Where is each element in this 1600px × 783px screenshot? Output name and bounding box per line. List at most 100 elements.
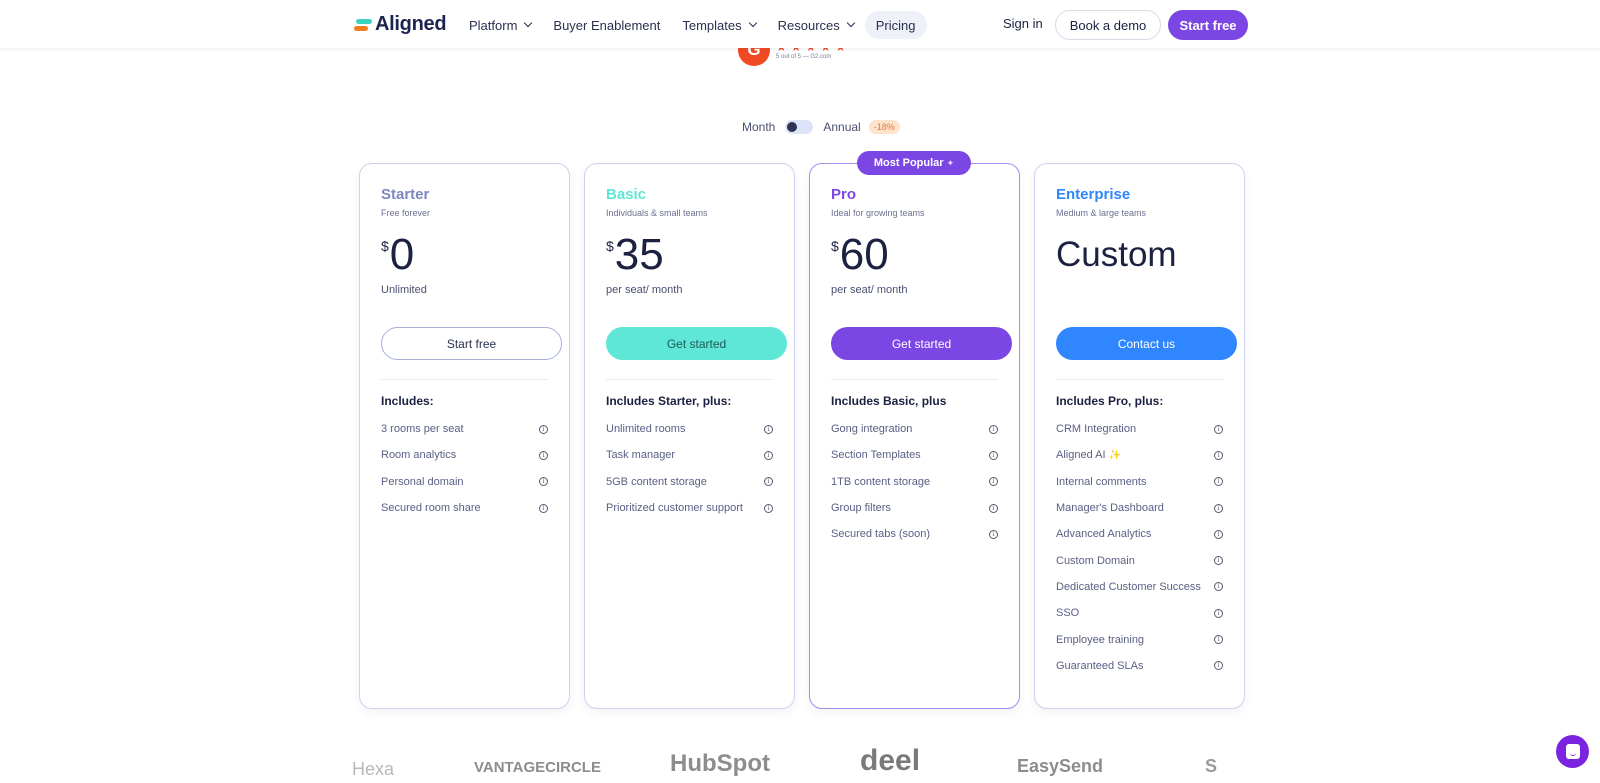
feature-label: Advanced Analytics <box>1056 528 1152 541</box>
plan-card-pro: Most Popular ✦ Pro Ideal for growing team… <box>809 151 1020 709</box>
price-amount: 0 <box>389 230 415 279</box>
nav-platform[interactable]: Platform <box>458 11 542 39</box>
aligned-logo[interactable]: Aligned <box>354 13 447 36</box>
feature-item: Gong integration i <box>831 416 998 442</box>
info-icon[interactable]: i <box>539 503 548 513</box>
contact-us-button[interactable]: Contact us <box>1056 327 1237 360</box>
badge-label: Most Popular <box>873 157 944 169</box>
price-amount: 60 <box>839 230 889 279</box>
feature-label: 5GB content storage <box>606 475 707 488</box>
price-amount: 35 <box>614 230 664 279</box>
nav-buyer-enablement[interactable]: Buyer Enablement <box>542 11 671 39</box>
feature-label: Dedicated Customer Success <box>1056 580 1201 593</box>
feature-item: 1TB content storage i <box>831 469 998 495</box>
feature-list: 3 rooms per seat i Room analytics i Person… <box>381 416 549 521</box>
divider <box>831 379 998 380</box>
nav-label: Resources <box>777 17 840 33</box>
most-popular-badge: Most Popular ✦ <box>857 151 971 175</box>
feature-item: Manager's Dashboard i <box>1056 495 1223 521</box>
feature-label: Guaranteed SLAs <box>1056 659 1144 672</box>
feature-item: SSO i <box>1056 600 1223 626</box>
feature-item: Personal domain i <box>381 469 548 495</box>
chevron-down-icon <box>524 18 533 28</box>
feature-label: SSO <box>1056 607 1080 620</box>
info-icon[interactable]: i <box>1214 661 1223 671</box>
logo-mark-icon <box>354 18 372 32</box>
customer-logo-partial: S <box>1205 756 1218 776</box>
price-period: per seat/ month <box>831 284 908 296</box>
info-icon[interactable]: i <box>1214 582 1223 592</box>
billing-switch[interactable] <box>785 120 814 134</box>
chat-launcher-button[interactable] <box>1556 735 1589 768</box>
nav-label: Buyer Enablement <box>553 17 661 33</box>
plan-name: Pro <box>831 186 857 203</box>
feature-item: 5GB content storage i <box>606 469 773 495</box>
info-icon[interactable]: i <box>989 503 998 513</box>
feature-label: Aligned AI <box>1056 449 1106 462</box>
info-icon[interactable]: i <box>1214 608 1223 618</box>
feature-list: Gong integration i Section Templates i 1TB… <box>831 416 999 547</box>
info-icon[interactable]: i <box>764 450 773 460</box>
info-icon[interactable]: i <box>1214 477 1223 487</box>
month-label[interactable]: Month <box>742 120 775 134</box>
feature-item: Section Templates i <box>831 442 998 468</box>
feature-label: 1TB content storage <box>831 475 931 488</box>
info-icon[interactable]: i <box>539 450 548 460</box>
get-started-basic-button[interactable]: Get started <box>606 327 787 360</box>
start-free-header-button[interactable]: Start free <box>1168 10 1248 40</box>
feature-item: Secured room share i <box>381 495 548 521</box>
divider <box>606 379 773 380</box>
customer-logo-vantagecircle: VANTAGECIRCLE <box>474 759 601 776</box>
plan-name: Basic <box>606 186 647 203</box>
book-demo-button[interactable]: Book a demo <box>1055 10 1161 40</box>
plan-subtitle: Free forever <box>381 208 431 218</box>
info-icon[interactable]: i <box>764 477 773 487</box>
info-icon[interactable]: i <box>1214 635 1223 645</box>
feature-label: Gong integration <box>831 423 913 436</box>
billing-period-toggle: Month Annual -18% <box>742 120 900 134</box>
annual-label[interactable]: Annual <box>823 120 860 134</box>
nav-templates[interactable]: Templates <box>671 11 766 39</box>
chevron-down-icon <box>846 18 855 28</box>
feature-item: Advanced Analytics i <box>1056 521 1223 547</box>
plan-card-basic: Basic Individuals & small teams $ 35 per… <box>584 163 795 709</box>
feature-item: Guaranteed SLAs i <box>1056 653 1223 679</box>
start-free-button[interactable]: Start free <box>381 327 562 360</box>
info-icon[interactable]: i <box>1214 556 1223 566</box>
currency-symbol: $ <box>831 238 839 254</box>
info-icon[interactable]: i <box>989 529 998 539</box>
switch-knob <box>787 122 798 132</box>
sparkle-icon: ✨ <box>1108 450 1121 462</box>
plan-subtitle: Individuals & small teams <box>606 208 708 218</box>
feature-item: Aligned AI ✨ i <box>1056 442 1223 468</box>
info-icon[interactable]: i <box>989 477 998 487</box>
sparkle-icon: ✦ <box>946 157 955 168</box>
info-icon[interactable]: i <box>539 424 548 434</box>
feature-item: Unlimited rooms i <box>606 416 773 442</box>
info-icon[interactable]: i <box>989 450 998 460</box>
plan-name: Starter <box>381 186 430 203</box>
feature-label: Room analytics <box>381 449 457 462</box>
nav-resources[interactable]: Resources <box>767 11 865 39</box>
feature-label: Group filters <box>831 502 891 515</box>
info-icon[interactable]: i <box>1214 529 1223 539</box>
info-icon[interactable]: i <box>989 424 998 434</box>
get-started-pro-button[interactable]: Get started <box>831 327 1012 360</box>
feature-item: 3 rooms per seat i <box>381 416 548 442</box>
price-custom: Custom <box>1056 235 1177 274</box>
info-icon[interactable]: i <box>1214 450 1223 460</box>
info-icon[interactable]: i <box>539 477 548 487</box>
feature-item: Custom Domain i <box>1056 547 1223 573</box>
customer-logo-easysend: EasySend <box>1017 756 1104 776</box>
feature-item: Secured tabs (soon) i <box>831 521 998 547</box>
info-icon[interactable]: i <box>764 424 773 434</box>
sign-in-link[interactable]: Sign in <box>1003 16 1043 31</box>
info-icon[interactable]: i <box>1214 503 1223 513</box>
feature-item: Room analytics i <box>381 442 548 468</box>
plan-subtitle: Medium & large teams <box>1056 208 1147 218</box>
feature-item: Prioritized customer support i <box>606 495 773 521</box>
info-icon[interactable]: i <box>764 503 773 513</box>
nav-pricing[interactable]: Pricing <box>864 11 927 39</box>
info-icon[interactable]: i <box>1214 424 1223 434</box>
feature-label: Manager's Dashboard <box>1056 502 1164 515</box>
